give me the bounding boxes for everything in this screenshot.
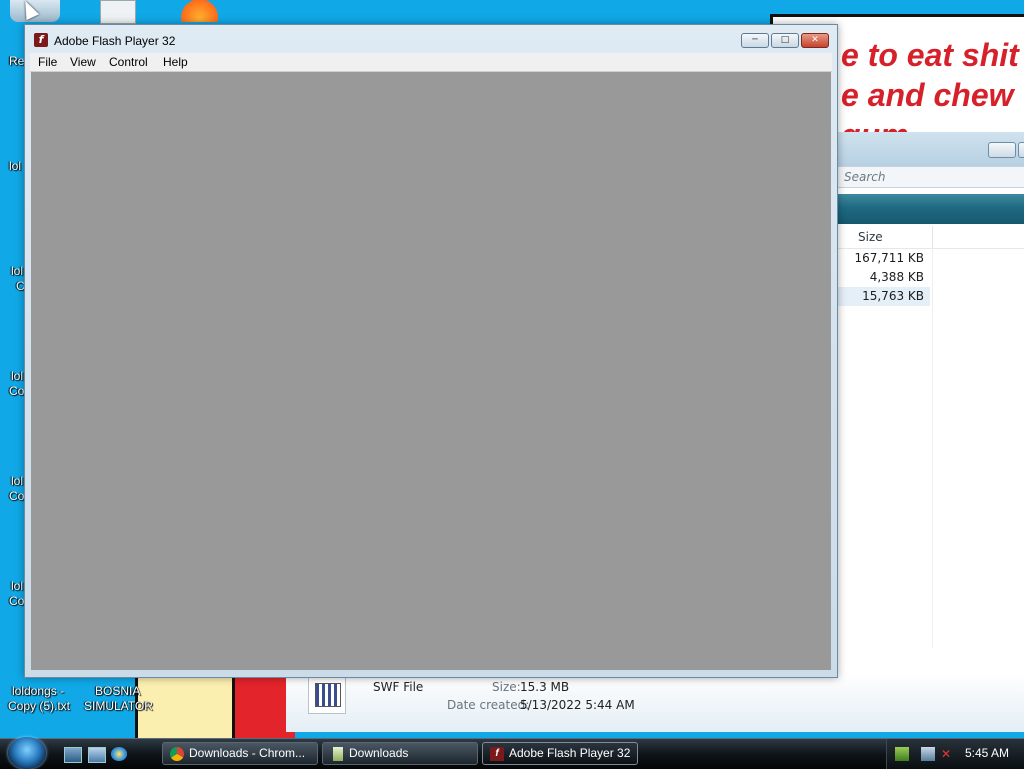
search-placeholder: Search [844,170,886,184]
sign-line-1: e to eat shit [841,37,1019,73]
explorer-window[interactable]: Search Size 167,711 KB 4,388 KB 15,763 K… [838,132,1024,732]
menu-help[interactable]: Help [163,54,188,70]
desktop-icon-label[interactable]: Re [9,54,24,68]
explorer-maximize-button[interactable] [1018,142,1024,158]
explorer-column-header[interactable]: Size [838,226,1024,249]
date-created-label: Date created: [447,698,530,712]
maximize-button[interactable]: □ [771,33,799,48]
network-icon[interactable] [921,747,935,761]
table-row[interactable]: 4,388 KB [838,268,930,287]
table-row[interactable]: 15,763 KB [838,287,930,306]
desktop-icon-loldongs-line2[interactable]: Copy (5).txt [8,699,70,713]
flash-player-window[interactable]: f Adobe Flash Player 32 ─ □ ✕ File View … [24,24,838,678]
flash-stage[interactable] [31,72,831,670]
desktop-icon-label[interactable]: lol [9,159,21,173]
column-divider[interactable] [932,226,933,248]
flash-icon: f [34,33,48,47]
taskbar-flash-player[interactable]: f Adobe Flash Player 32 [482,742,638,765]
close-button[interactable]: ✕ [801,33,829,48]
desktop-icon-label[interactable]: Co [9,384,24,398]
minimize-button[interactable]: ─ [741,33,769,48]
menu-bar: File View Control Help [30,53,832,72]
taskbar-chrome-downloads[interactable]: Downloads - Chrom... [162,742,318,765]
switch-windows-icon[interactable] [88,747,106,763]
file-size-cell: 15,763 KB [862,289,924,303]
task-label: Downloads - Chrom... [189,746,306,760]
file-size-cell: 167,711 KB [854,251,924,265]
desktop-icon-label[interactable]: lol [11,369,23,383]
desktop-icon-label[interactable]: lol [11,579,23,593]
swf-file-icon [308,676,346,714]
date-created-value: 5/13/2022 5:44 AM [520,698,635,712]
taskbar: Downloads - Chrom... Downloads f Adobe F… [0,737,1024,769]
table-row[interactable]: 167,711 KB [838,249,930,268]
column-size-header[interactable]: Size [858,230,883,244]
explorer-toolbar [838,194,1024,224]
desktop-icon-label[interactable]: lol [11,474,23,488]
system-tray: ✕ 5:45 AM [886,739,1024,769]
desktop-icon-loldongs-line1[interactable]: loldongs - [12,684,64,698]
file-type: SWF File [373,680,424,694]
menu-view[interactable]: View [70,54,96,70]
window-title: Adobe Flash Player 32 [54,34,176,48]
start-button[interactable] [8,737,46,769]
task-label: Adobe Flash Player 32 [509,746,631,760]
internet-explorer-icon[interactable] [111,747,127,761]
sign-line-2: e and chew [841,77,1014,113]
text-file-icon[interactable] [100,0,136,24]
clock[interactable]: 5:45 AM [965,746,1009,760]
volume-muted-icon[interactable]: ✕ [941,747,955,761]
file-size-cell: 4,388 KB [869,270,924,284]
menu-control[interactable]: Control [109,54,148,70]
show-desktop-icon[interactable] [64,747,82,763]
desktop-icon-bosnia-line2[interactable]: SIMULATOR [84,699,153,713]
size-label: Size: [492,680,521,694]
menu-file[interactable]: File [38,54,57,70]
size-value: 15.3 MB [520,680,570,694]
explorer-minimize-button[interactable] [988,142,1016,158]
column-divider-line [932,248,933,648]
task-label: Downloads [349,746,409,760]
details-pane: SWF File Size: 15.3 MB Date created: 5/1… [286,672,1024,732]
folder-icon [333,747,343,761]
explorer-search-input[interactable]: Search [838,166,1024,188]
flash-icon: f [490,747,504,761]
desktop-icon-bosnia-line1[interactable]: BOSNIA [95,684,140,698]
chrome-icon [170,747,184,761]
windows-update-icon[interactable] [895,747,909,761]
desktop-icon-label[interactable]: lol [11,264,23,278]
flash-titlebar[interactable]: f Adobe Flash Player 32 ─ □ ✕ [25,25,837,53]
desktop-icon-label[interactable]: Co [9,489,24,503]
firefox-icon[interactable] [172,0,218,22]
taskbar-downloads-folder[interactable]: Downloads [322,742,478,765]
desktop-icon-label[interactable]: Co [9,594,24,608]
